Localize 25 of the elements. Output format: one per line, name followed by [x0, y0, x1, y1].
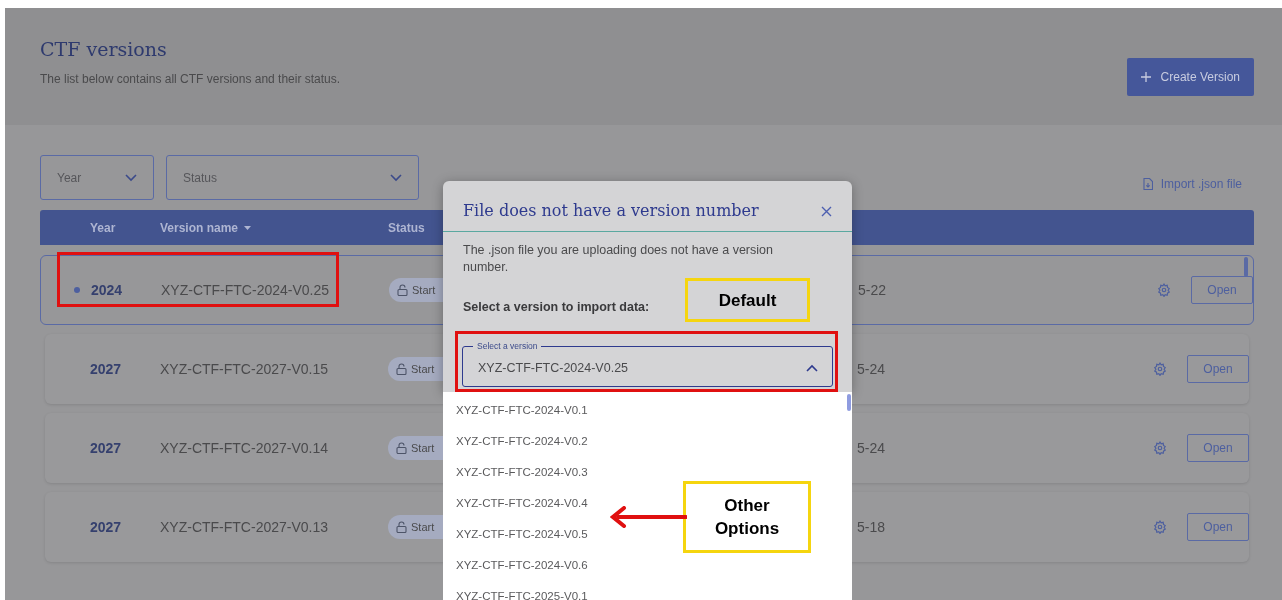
version-name-cell-text: XYZ-CTF-FTC-2027-V0.14: [160, 438, 330, 458]
dialog-message: The .json file you are uploading does not have a version number.: [463, 242, 774, 276]
status-badge: Start: [389, 278, 444, 302]
date-cell-text: 5-24: [857, 359, 886, 379]
column-header: Status: [388, 219, 426, 237]
version-name-cell-text: XYZ-CTF-FTC-2027-V0.13: [160, 517, 330, 537]
date-cell-text: 5-24: [857, 438, 886, 458]
year-cell-text: 2027: [90, 517, 123, 537]
callout-label: Other Options: [683, 481, 811, 553]
dialog-prompt: Select a version to import data:: [463, 299, 650, 316]
year-cell-text: 2027: [90, 359, 123, 379]
year-cell-text: 2024: [91, 280, 124, 300]
column-header: Year: [89, 219, 117, 237]
version-name-cell-text: XYZ-CTF-FTC-2027-V0.15: [160, 359, 330, 379]
date-cell-text: 5-18: [857, 517, 886, 537]
callout-label: Default: [685, 278, 810, 322]
version-name-cell-text: XYZ-CTF-FTC-2024-V0.25: [161, 280, 331, 300]
page-subtitle: The list below contains all CTF versions and their status.: [40, 70, 341, 88]
status-badge: Start: [388, 436, 443, 460]
dialog-title: File does not have a version number: [463, 200, 759, 222]
status-badge: Start: [388, 357, 443, 381]
page-title: CTF versions: [40, 37, 168, 62]
date-cell-text: 5-22: [858, 280, 887, 300]
year-cell-text: 2027: [90, 438, 123, 458]
status-badge: Start: [388, 515, 443, 539]
